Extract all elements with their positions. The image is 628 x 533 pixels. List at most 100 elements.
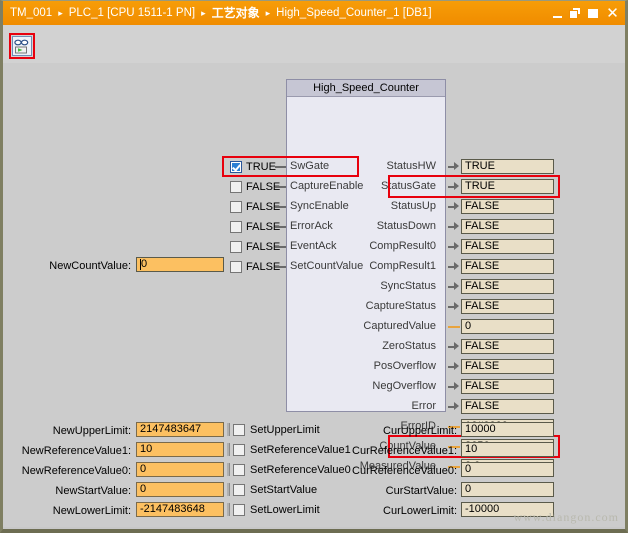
block-input-row: FALSE	[230, 220, 280, 234]
output-connector-line	[448, 326, 460, 328]
param-label-newreferencevalue0: NewReferenceValue0:	[21, 465, 131, 477]
new-count-value-text: 0	[141, 258, 148, 270]
output-value-statusdown[interactable]: FALSE	[461, 219, 554, 234]
output-arrow-connector	[448, 382, 459, 391]
block-output-label-compresult0: CompResult0	[369, 240, 436, 252]
breadcrumb: TM_001 ▸ PLC_1 [CPU 1511-1 PN] ▸ 工艺对象 ▸ High_S…	[10, 1, 432, 25]
block-input-label-eventack: EventAck	[290, 240, 337, 252]
checkbox-label-setreferencevalue1: SetReferenceValue1	[250, 443, 351, 456]
maximize-icon[interactable]	[588, 8, 599, 19]
output-arrow-connector	[448, 282, 459, 291]
output-value-posoverflow[interactable]: FALSE	[461, 359, 554, 374]
param-label-newstartvalue: NewStartValue:	[55, 485, 131, 497]
output-value-statusgate[interactable]: TRUE	[461, 179, 554, 194]
new-count-value-input[interactable]: 0	[136, 257, 224, 272]
block-output-label-posoverflow: PosOverflow	[373, 360, 436, 372]
checkbox-setlowerlimit[interactable]	[233, 504, 245, 516]
block-input-label-swgate: SwGate	[290, 160, 330, 172]
breadcrumb-separator: ▸	[58, 8, 63, 18]
param-connector-tick	[227, 463, 230, 476]
param-checkbox-row: SetUpperLimit	[233, 423, 320, 437]
param-connector-tick	[227, 503, 230, 516]
block-input-label-captureenable: CaptureEnable	[290, 180, 364, 192]
checkbox-label-setlowerlimit: SetLowerLimit	[250, 503, 320, 516]
param-connector-tick	[227, 423, 230, 436]
input-checkbox-syncenable[interactable]	[230, 201, 242, 213]
param-label-curstartvalue: CurStartValue:	[385, 485, 457, 497]
param-connector-tick	[227, 443, 230, 456]
input-connector-line	[275, 206, 286, 208]
output-arrow-connector	[448, 162, 459, 171]
output-value-error[interactable]: FALSE	[461, 399, 554, 414]
monitor-all-button[interactable]	[12, 36, 32, 56]
checkbox-setupperlimit[interactable]	[233, 424, 245, 436]
function-block-title: High_Speed_Counter	[287, 80, 445, 97]
output-arrow-connector	[448, 182, 459, 191]
output-value-compresult0[interactable]: FALSE	[461, 239, 554, 254]
block-output-label-capturedvalue: CapturedValue	[363, 320, 436, 332]
restore-icon[interactable]	[570, 7, 581, 19]
new-count-value-label: NewCountValue:	[49, 260, 131, 272]
breadcrumb-item-2[interactable]: 工艺对象	[212, 1, 260, 25]
monitor-glasses-icon	[14, 39, 29, 54]
output-arrow-connector	[448, 362, 459, 371]
input-checkbox-captureenable[interactable]	[230, 181, 242, 193]
block-output-label-error: Error	[411, 400, 436, 412]
input-checkbox-setcountvalue[interactable]	[230, 261, 242, 273]
output-arrow-connector	[448, 222, 459, 231]
input-connector-line	[275, 166, 286, 168]
input-checkbox-errorack[interactable]	[230, 221, 242, 233]
block-output-label-syncstatus: SyncStatus	[380, 280, 436, 292]
param-input-newstartvalue[interactable]: 0	[136, 482, 224, 497]
param-checkbox-row: SetReferenceValue1	[233, 443, 351, 457]
output-value-capturedvalue[interactable]: 0	[461, 319, 554, 334]
window-controls: ✕	[552, 1, 619, 25]
param-value-curreferencevalue0[interactable]: 0	[461, 462, 554, 477]
param-input-newreferencevalue0[interactable]: 0	[136, 462, 224, 477]
param-value-curstartvalue[interactable]: 0	[461, 482, 554, 497]
breadcrumb-separator: ▸	[265, 8, 271, 18]
breadcrumb-item-3[interactable]: High_Speed_Counter_1 [DB1]	[276, 1, 431, 25]
input-checkbox-eventack[interactable]	[230, 241, 242, 253]
watermark: www.diangon.com	[513, 510, 619, 524]
checkbox-setreferencevalue1[interactable]	[233, 444, 245, 456]
input-value-swgate: TRUE	[246, 160, 276, 173]
block-input-row: FALSE	[230, 260, 280, 274]
toolbar	[3, 25, 625, 64]
close-icon[interactable]: ✕	[606, 6, 619, 21]
breadcrumb-item-1[interactable]: PLC_1 [CPU 1511-1 PN]	[69, 1, 195, 25]
output-value-negoverflow[interactable]: FALSE	[461, 379, 554, 394]
output-value-capturestatus[interactable]: FALSE	[461, 299, 554, 314]
output-value-syncstatus[interactable]: FALSE	[461, 279, 554, 294]
param-checkbox-row: SetLowerLimit	[233, 503, 320, 517]
output-value-statushw[interactable]: TRUE	[461, 159, 554, 174]
checkbox-setreferencevalue0[interactable]	[233, 464, 245, 476]
breadcrumb-item-0[interactable]: TM_001	[10, 1, 52, 25]
block-output-label-statusgate: StatusGate	[380, 180, 436, 192]
input-checkbox-swgate[interactable]	[230, 161, 242, 173]
block-input-label-errorack: ErrorAck	[290, 220, 333, 232]
output-arrow-connector	[448, 342, 459, 351]
param-value-curreferencevalue1[interactable]: 10	[461, 442, 554, 457]
block-output-label-compresult1: CompResult1	[369, 260, 436, 272]
checkbox-setstartvalue[interactable]	[233, 484, 245, 496]
minimize-icon[interactable]	[552, 8, 563, 19]
block-input-label-syncenable: SyncEnable	[290, 200, 349, 212]
block-input-row: FALSE	[230, 240, 280, 254]
checkbox-label-setreferencevalue0: SetReferenceValue0	[250, 463, 351, 476]
block-output-label-statushw: StatusHW	[386, 160, 436, 172]
param-input-newupperlimit[interactable]: 2147483647	[136, 422, 224, 437]
output-arrow-connector	[448, 302, 459, 311]
param-input-newreferencevalue1[interactable]: 10	[136, 442, 224, 457]
output-arrow-connector	[448, 202, 459, 211]
block-input-label-setcountvalue: SetCountValue	[290, 260, 364, 272]
input-connector-line	[275, 226, 286, 228]
param-connector-tick	[227, 483, 230, 496]
output-arrow-connector	[448, 402, 459, 411]
output-value-compresult1[interactable]: FALSE	[461, 259, 554, 274]
param-input-newlowerlimit[interactable]: -2147483648	[136, 502, 224, 517]
output-value-zerostatus[interactable]: FALSE	[461, 339, 554, 354]
output-value-statusup[interactable]: FALSE	[461, 199, 554, 214]
param-label-newupperlimit: NewUpperLimit:	[52, 425, 131, 437]
param-value-curupperlimit[interactable]: 10000	[461, 422, 554, 437]
